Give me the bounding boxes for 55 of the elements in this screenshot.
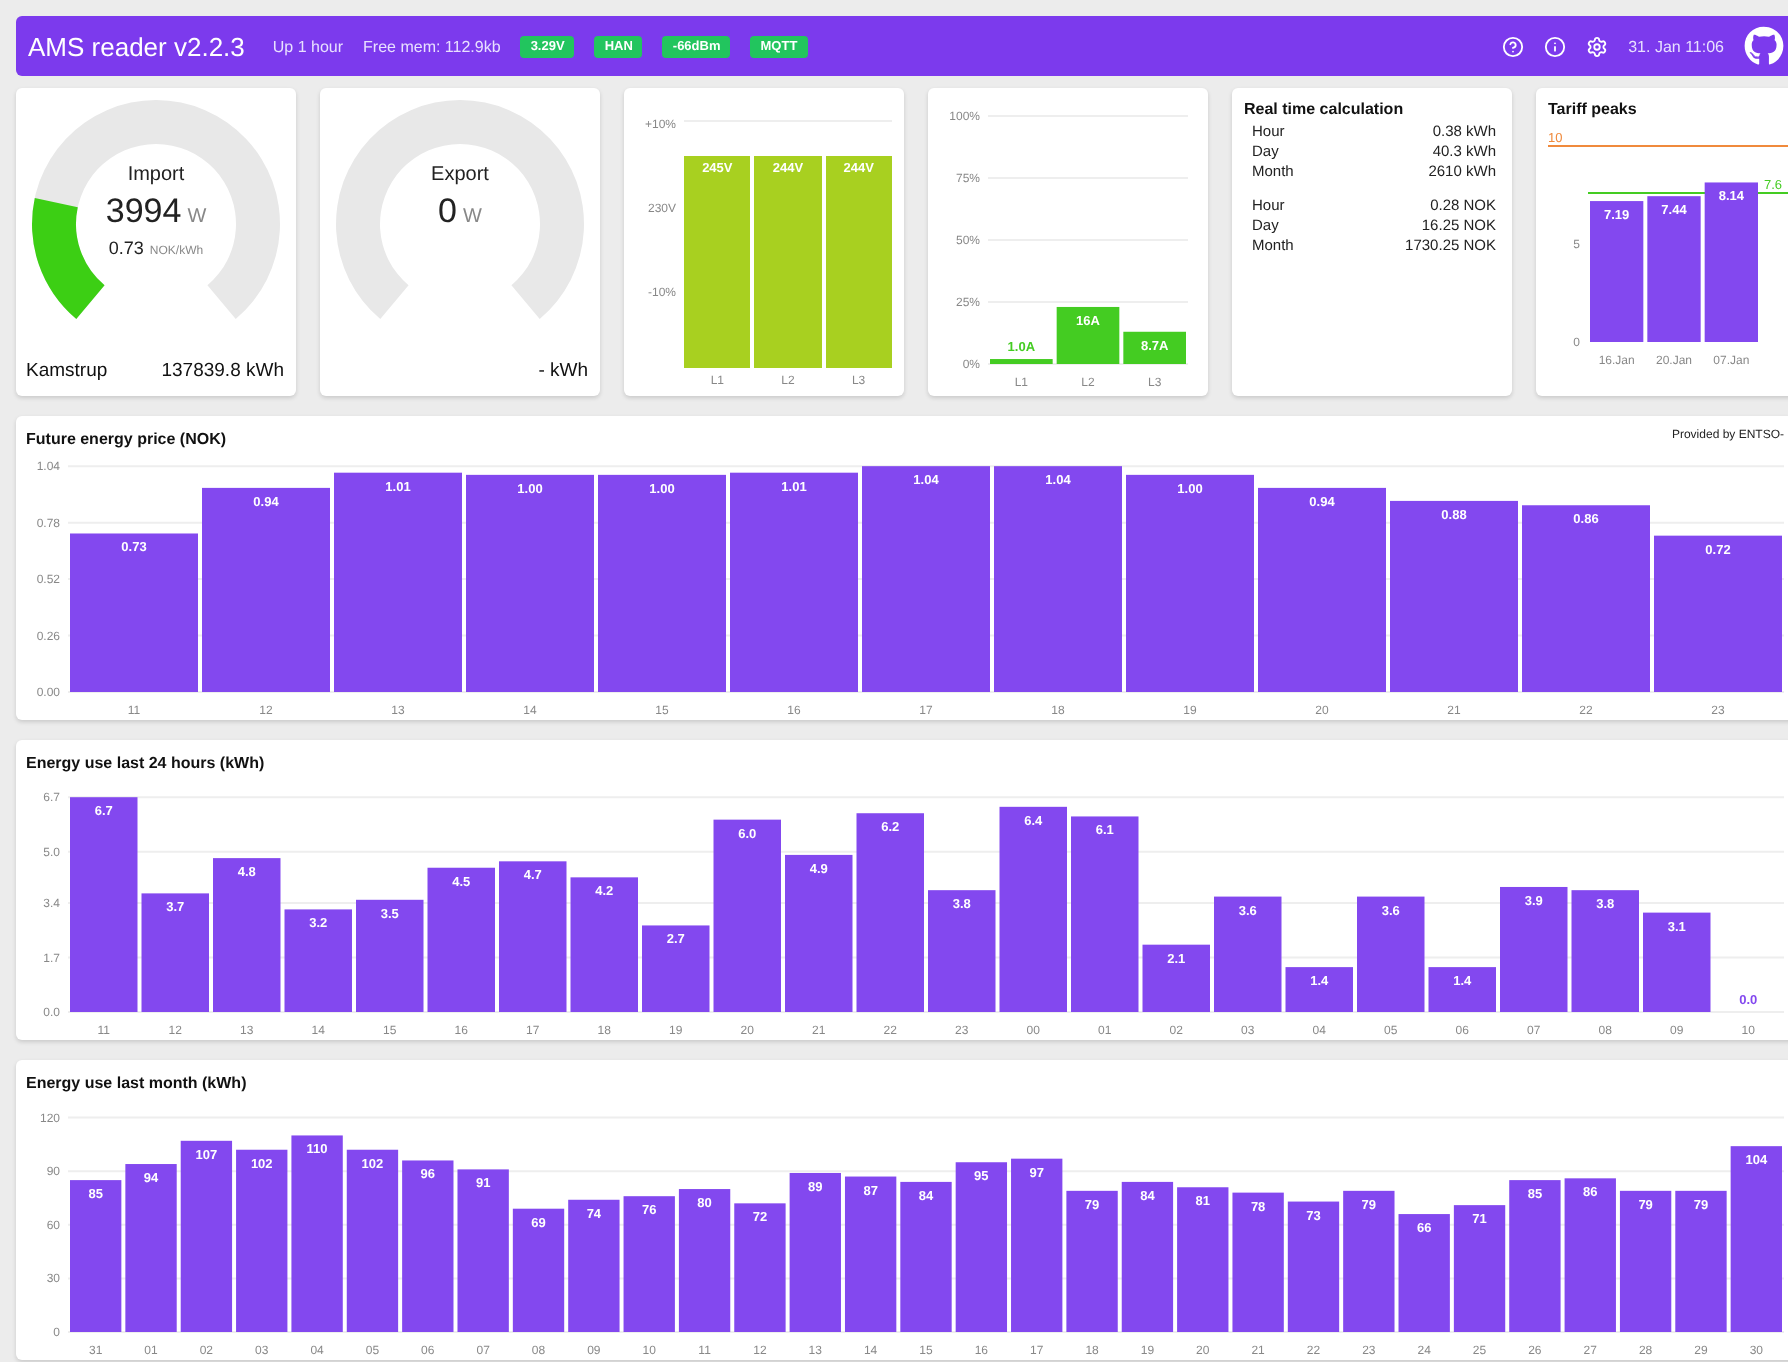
bar [1123,331,1186,364]
settings-icon[interactable] [1586,35,1609,57]
gauge-label: Import [127,164,185,186]
power-unit: W [187,206,207,228]
chart-title: Future energy price (NOK) [26,430,227,452]
bar [512,1208,565,1332]
bar [1214,896,1282,1012]
help-icon[interactable] [1502,35,1525,57]
bar [1675,1190,1727,1332]
bar [1643,912,1711,1012]
chart-title: Energy use last 24 hours (kWh) [26,754,265,776]
meter-total: - kWh [538,360,588,382]
power-unit: W [463,206,482,228]
bar [356,899,424,1012]
power-value: 0 [438,192,457,232]
bar [1619,1190,1672,1332]
bar [284,909,352,1012]
bar [1500,886,1568,1012]
card-title: Tariff peaks [1546,98,1639,122]
bar [1343,1190,1395,1332]
bar [1357,896,1425,1012]
meter-name: Kamstrup [26,360,108,382]
chart-title: Energy use last month (kWh) [26,1074,247,1096]
meter-total: 137839.8 kWh [161,360,284,382]
info-icon[interactable] [1544,35,1567,57]
memory-text: Free mem: 112.9kb [363,37,501,55]
bar [678,1189,731,1332]
bar [1590,201,1644,342]
price-value: 0.73 [108,238,144,258]
bar [1056,306,1120,364]
bar [1428,967,1496,1012]
bar [990,359,1053,364]
gauge-fill [32,197,105,319]
gauge-label: Export [431,164,489,186]
github-icon[interactable] [1744,26,1784,66]
date-time: 31. Jan 11:06 [1628,37,1724,55]
app-title: AMS reader v2.2.3 [28,31,245,61]
power-value: 3994 [105,192,182,232]
uptime-text: Up 1 hour [272,37,344,55]
bar [570,877,638,1012]
bar [642,925,710,1012]
bar [1571,890,1639,1012]
bar [734,1203,786,1332]
bar [1453,1205,1506,1332]
bar [1232,1192,1284,1332]
bar [1142,944,1210,1012]
bar [1285,967,1353,1012]
bar [928,890,996,1012]
bar [141,893,209,1012]
bar [623,1196,675,1332]
bar [1287,1201,1340,1332]
bar [568,1199,620,1332]
bar [1398,1214,1450,1332]
bar [1066,1190,1118,1332]
card-title: Real time calculation [1242,98,1406,122]
